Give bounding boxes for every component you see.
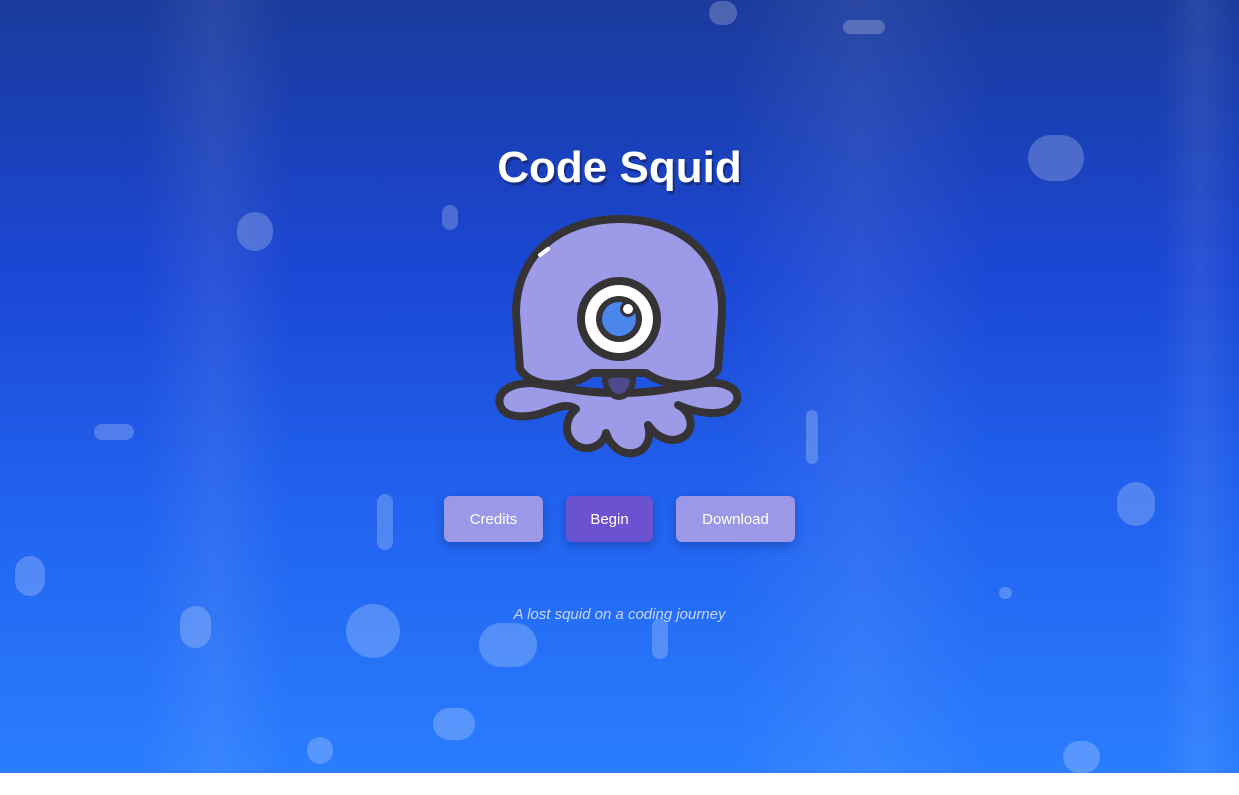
tagline: A lost squid on a coding journey [513,606,726,623]
begin-button[interactable]: Begin [566,496,653,542]
squid-icon [495,215,742,458]
bubble [843,20,885,34]
bubble [442,205,458,230]
bubble [1063,741,1100,773]
game-title: Code Squid [497,143,742,192]
credits-button[interactable]: Credits [444,496,543,542]
bubble [433,708,475,740]
light-beam [730,0,990,773]
light-beam [1160,0,1239,773]
bubble [479,623,537,667]
bubble [709,1,737,25]
bubble [377,494,393,550]
bubble [1117,482,1155,526]
bubble [94,424,134,440]
bubble [999,587,1012,599]
bubble [652,618,668,659]
light-beam [140,0,290,773]
game-start-screen: Code Squid Credits Begin Download A lost… [0,0,1239,773]
bubble [15,556,45,596]
download-button[interactable]: Download [676,496,795,542]
bubble [806,410,818,464]
bubble [237,212,273,251]
bubble [307,737,333,764]
